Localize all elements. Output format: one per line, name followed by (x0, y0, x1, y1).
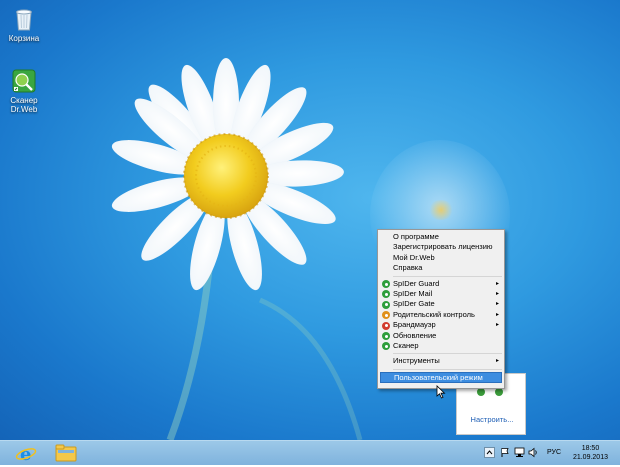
menu-item-my-drweb[interactable]: Мой Dr.Web (378, 253, 504, 263)
submenu-arrow-icon: ▸ (495, 280, 499, 287)
menu-item-label: Зарегистрировать лицензию (393, 242, 493, 252)
input-language-indicator[interactable]: РУС (547, 449, 561, 456)
mouse-cursor-icon (436, 385, 446, 399)
menu-item-label: Обновление (393, 330, 437, 340)
menu-item-label: Мой Dr.Web (393, 252, 435, 262)
internet-explorer-button[interactable]: e (8, 441, 44, 465)
flag-icon (501, 448, 509, 457)
menu-item-scanner[interactable]: Сканер (378, 341, 504, 351)
desktop-background: Корзина Сканер Dr.Web Настроить... О про… (0, 0, 620, 440)
drweb-context-menu: О программе Зарегистрировать лицензию Мо… (377, 229, 505, 389)
spider-mail-icon (382, 290, 390, 299)
menu-item-label: Справка (393, 263, 423, 273)
network-button[interactable] (514, 447, 525, 460)
recycle-bin-icon (11, 6, 37, 32)
customize-link[interactable]: Настроить... (457, 415, 527, 424)
file-explorer-button[interactable] (50, 441, 82, 465)
recycle-bin-label: Корзина (8, 34, 40, 43)
submenu-arrow-icon: ▸ (495, 322, 499, 329)
menu-item-parental-control[interactable]: Родительский контроль ▸ (378, 310, 504, 320)
menu-item-label: Инструменты (393, 356, 440, 366)
drweb-scanner-label: Сканер Dr.Web (10, 96, 38, 114)
menu-item-label: Родительский контроль (393, 309, 475, 319)
volume-button[interactable] (528, 447, 539, 460)
menu-item-about[interactable]: О программе (378, 232, 504, 242)
speaker-icon (528, 447, 537, 458)
menu-item-label: SpIDer Gate (393, 299, 435, 309)
parental-control-icon (382, 311, 390, 320)
spider-gate-icon (382, 300, 390, 309)
submenu-arrow-icon: ▸ (495, 290, 499, 297)
internet-explorer-icon: e (15, 444, 37, 465)
menu-item-label: SpIDer Mail (393, 288, 433, 298)
menu-item-firewall[interactable]: Брандмауэр ▸ (378, 320, 504, 330)
taskbar-clock[interactable]: 18:50 21.09.2013 (573, 444, 608, 462)
menu-item-spider-guard[interactable]: SpIDer Guard ▸ (378, 279, 504, 289)
menu-item-spider-mail[interactable]: SpIDer Mail ▸ (378, 289, 504, 299)
drweb-scanner-icon (11, 68, 37, 94)
svg-text:e: e (20, 444, 31, 465)
taskbar: e РУС 18:50 21.09.2013 (0, 440, 620, 465)
menu-item-label: Пользовательский режим (394, 372, 483, 382)
folder-icon (55, 444, 77, 462)
daisy-wallpaper-image (111, 58, 363, 440)
menu-item-tools[interactable]: Инструменты ▸ (378, 356, 504, 366)
menu-item-spider-gate[interactable]: SpIDer Gate ▸ (378, 299, 504, 309)
drweb-scanner-shortcut[interactable]: Сканер Dr.Web (2, 68, 46, 114)
menu-item-update[interactable]: Обновление (378, 331, 504, 341)
chevron-up-icon (484, 447, 495, 458)
menu-item-register-license[interactable]: Зарегистрировать лицензию (378, 242, 504, 252)
menu-item-user-mode[interactable]: Пользовательский режим (380, 371, 502, 383)
menu-separator (393, 275, 502, 277)
clock-time: 18:50 (581, 445, 600, 452)
menu-item-label: Брандмауэр (393, 320, 436, 330)
menu-item-help[interactable]: Справка (378, 263, 504, 273)
menu-item-label: Сканер (393, 340, 419, 350)
menu-separator (393, 353, 502, 355)
action-center-flag-button[interactable] (500, 447, 510, 460)
submenu-arrow-icon: ▸ (495, 301, 499, 308)
clock-date: 21.09.2013 (572, 454, 608, 461)
spider-guard-icon (382, 280, 390, 289)
menu-item-label: SpIDer Guard (393, 278, 440, 288)
submenu-arrow-icon: ▸ (495, 311, 499, 318)
update-icon (382, 332, 390, 341)
menu-item-label: О программе (393, 232, 439, 241)
recycle-bin-shortcut[interactable]: Корзина (2, 6, 46, 43)
network-icon (514, 447, 525, 457)
submenu-arrow-icon: ▸ (495, 358, 499, 365)
firewall-icon (382, 321, 390, 330)
menu-separator (393, 368, 502, 370)
show-hidden-icons-button[interactable] (484, 447, 495, 460)
scanner-icon (382, 342, 390, 351)
